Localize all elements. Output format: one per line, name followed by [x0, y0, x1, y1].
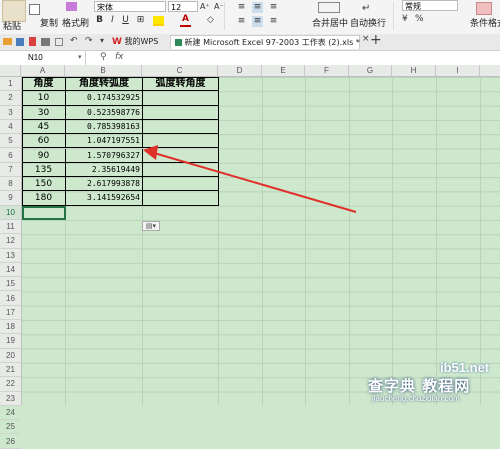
- row-header[interactable]: 26: [0, 435, 21, 449]
- row-header[interactable]: 24: [0, 406, 21, 421]
- watermark-url: jiaocheng.chazidian.com: [372, 394, 460, 403]
- arrow-shaft: [153, 152, 357, 213]
- watermark-site: ib51.net: [440, 360, 490, 375]
- watermark-brand: 查字典 教程网: [368, 377, 471, 395]
- arrow-head-icon: [143, 145, 158, 160]
- red-arrow-annotation: [143, 145, 357, 213]
- row-header[interactable]: 25: [0, 420, 21, 435]
